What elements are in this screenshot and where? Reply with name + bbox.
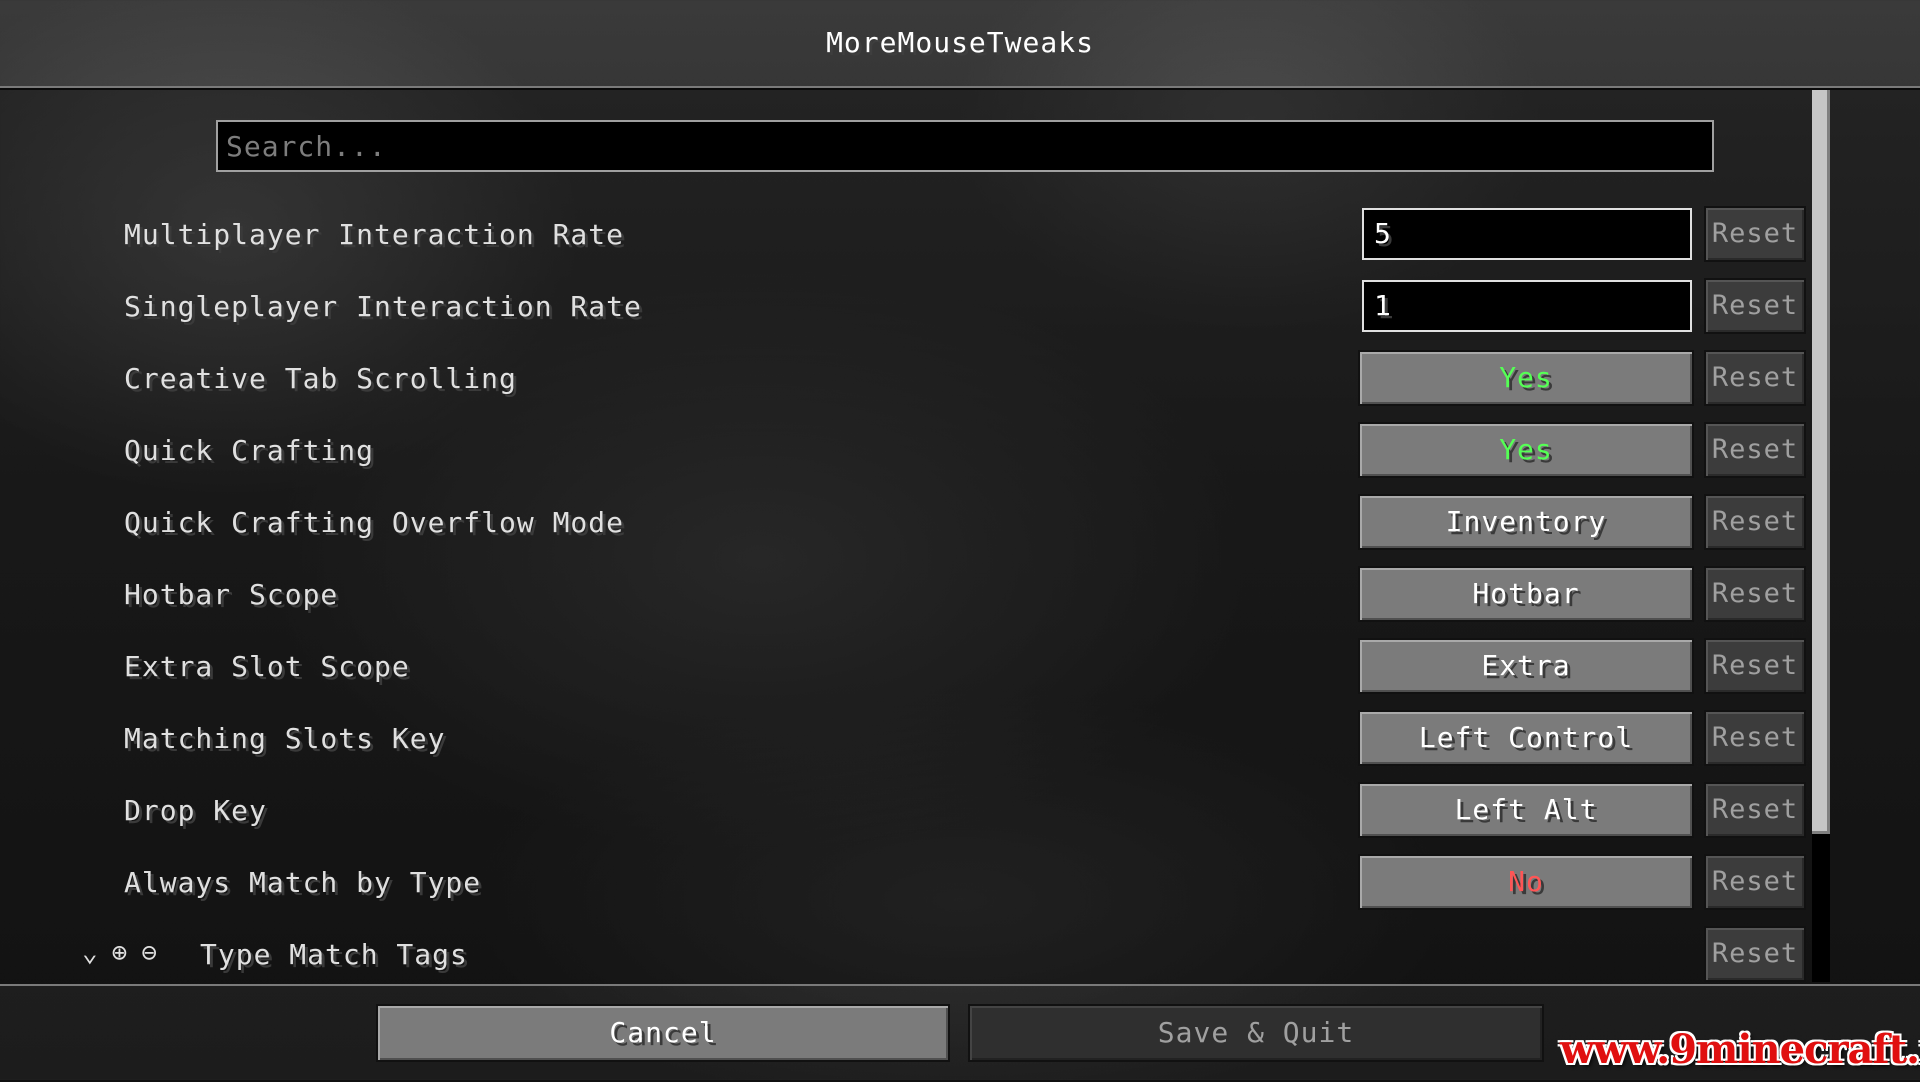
add-circle-icon[interactable]: ⊕ xyxy=(112,938,128,968)
config-row: Multiplayer Interaction Rate 5 Reset xyxy=(0,200,1840,272)
cancel-button[interactable]: Cancel xyxy=(376,1004,950,1062)
search-input[interactable] xyxy=(218,122,1712,170)
reset-button[interactable]: Reset xyxy=(1704,494,1806,550)
page-title: MoreMouseTweaks xyxy=(826,26,1094,59)
watermark-logo: www.9minecraft.net xyxy=(1560,1026,1920,1073)
reset-button[interactable]: Reset xyxy=(1704,566,1806,622)
reset-button[interactable]: Reset xyxy=(1704,854,1806,910)
config-row: Creative Tab Scrolling Yes Reset xyxy=(0,344,1840,416)
tags-controls: ⌄ ⊕ ⊖ xyxy=(82,938,171,968)
config-row: Singleplayer Interaction Rate 1 Reset xyxy=(0,272,1840,344)
cycle-button[interactable]: Extra xyxy=(1358,638,1694,694)
option-label: Multiplayer Interaction Rate xyxy=(124,218,625,251)
reset-button[interactable]: Reset xyxy=(1704,350,1806,406)
config-row: Extra Slot Scope Extra Reset xyxy=(0,632,1840,704)
option-label: Singleplayer Interaction Rate xyxy=(124,290,642,323)
config-row: Quick Crafting Overflow Mode Inventory R… xyxy=(0,488,1840,560)
value-input[interactable]: 1 xyxy=(1362,280,1692,332)
reset-button[interactable]: Reset xyxy=(1704,278,1806,334)
scrollbar-thumb[interactable] xyxy=(1812,90,1830,834)
reset-button[interactable]: Reset xyxy=(1704,206,1806,262)
title-bar: MoreMouseTweaks xyxy=(0,0,1920,88)
config-row: Hotbar Scope Hotbar Reset xyxy=(0,560,1840,632)
remove-circle-icon[interactable]: ⊖ xyxy=(141,938,157,968)
config-row: Always Match by Type No Reset xyxy=(0,848,1840,920)
reset-button[interactable]: Reset xyxy=(1704,926,1806,982)
search-box[interactable] xyxy=(216,120,1714,172)
option-label: Hotbar Scope xyxy=(124,578,339,611)
option-label: Extra Slot Scope xyxy=(124,650,410,683)
type-match-tags-row: ⌄ ⊕ ⊖ Type Match Tags Reset xyxy=(0,920,1840,992)
keybind-button[interactable]: Left Control xyxy=(1358,710,1694,766)
config-row: Matching Slots Key Left Control Reset xyxy=(0,704,1840,776)
save-and-quit-button[interactable]: Save & Quit xyxy=(968,1004,1544,1062)
reset-button[interactable]: Reset xyxy=(1704,422,1806,478)
keybind-button[interactable]: Left Alt xyxy=(1358,782,1694,838)
toggle-button[interactable]: Yes xyxy=(1358,350,1694,406)
option-label: Always Match by Type xyxy=(124,866,482,899)
reset-button[interactable]: Reset xyxy=(1704,638,1806,694)
option-label: Quick Crafting xyxy=(124,434,375,467)
cycle-button[interactable]: Hotbar xyxy=(1358,566,1694,622)
reset-button[interactable]: Reset xyxy=(1704,782,1806,838)
option-label: Matching Slots Key xyxy=(124,722,446,755)
toggle-button[interactable]: Yes xyxy=(1358,422,1694,478)
config-row: Drop Key Left Alt Reset xyxy=(0,776,1840,848)
option-label: Quick Crafting Overflow Mode xyxy=(124,506,625,539)
config-row: Quick Crafting Yes Reset xyxy=(0,416,1840,488)
toggle-button[interactable]: No xyxy=(1358,854,1694,910)
cycle-button[interactable]: Inventory xyxy=(1358,494,1694,550)
option-label: Drop Key xyxy=(124,794,267,827)
option-label: Type Match Tags xyxy=(200,938,468,971)
chevron-down-icon[interactable]: ⌄ xyxy=(82,938,98,968)
value-input[interactable]: 5 xyxy=(1362,208,1692,260)
option-label: Creative Tab Scrolling xyxy=(124,362,517,395)
reset-button[interactable]: Reset xyxy=(1704,710,1806,766)
